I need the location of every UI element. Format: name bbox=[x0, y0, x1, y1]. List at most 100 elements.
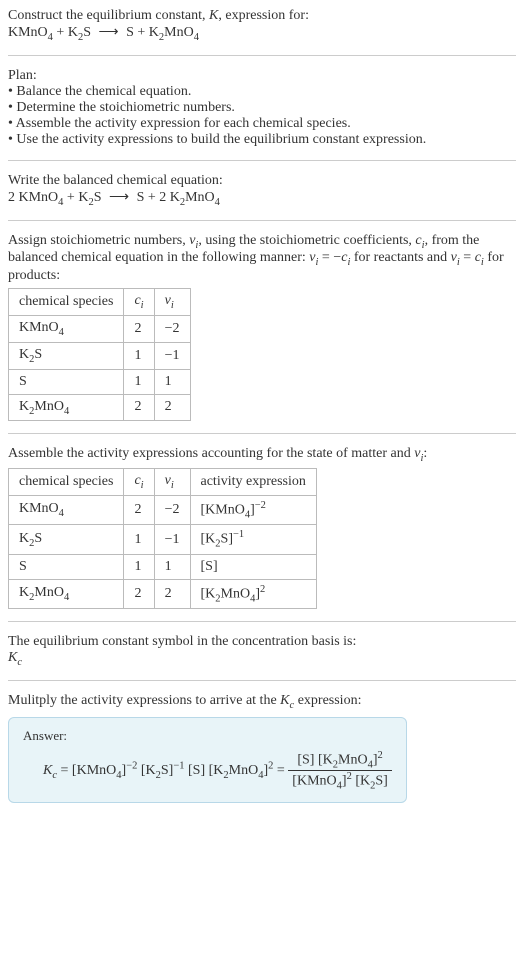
activity-table: chemical species ci νi activity expressi… bbox=[8, 468, 317, 609]
eq-sub: 4 bbox=[215, 197, 220, 208]
table-row: K2S 1 −1 [K2S]−1 bbox=[9, 525, 317, 554]
col-species: chemical species bbox=[9, 469, 124, 496]
term: [S] [K bbox=[297, 753, 332, 768]
species-sub: 4 bbox=[64, 592, 69, 603]
plan-bullet: • Assemble the activity expression for e… bbox=[8, 116, 516, 132]
answer-label: Answer: bbox=[23, 728, 392, 744]
species-text: K bbox=[19, 347, 29, 362]
multiply-section: Mulitply the activity expressions to arr… bbox=[8, 693, 516, 803]
cell-ci: 1 bbox=[124, 554, 154, 579]
species-text: K bbox=[19, 399, 29, 414]
species-text: MnO bbox=[34, 399, 64, 414]
act-sup: −2 bbox=[255, 500, 266, 511]
fraction: [S] [K2MnO4]2[KMnO4]2 [K2S] bbox=[288, 750, 392, 792]
col-ci: ci bbox=[124, 289, 154, 316]
cell-species: K2S bbox=[9, 342, 124, 369]
arrow-icon: ⟶ bbox=[99, 24, 119, 41]
cell-nui: −2 bbox=[154, 495, 190, 524]
term: S] bbox=[161, 763, 173, 778]
eq-part: MnO bbox=[164, 25, 194, 40]
term: [KMnO bbox=[292, 774, 336, 789]
species-sub: 4 bbox=[64, 405, 69, 416]
species-text: KMnO bbox=[19, 320, 59, 335]
col-activity: activity expression bbox=[190, 469, 316, 496]
term: [K bbox=[352, 774, 370, 789]
eq-part: + K bbox=[63, 190, 88, 205]
cell-nui: −1 bbox=[154, 525, 190, 554]
balanced-equation: 2 KMnO4 + K2S ⟶ S + 2 K2MnO4 bbox=[8, 190, 220, 205]
term: [KMnO bbox=[72, 763, 116, 778]
table-row: S 1 1 [S] bbox=[9, 554, 317, 579]
eq-sub: 4 bbox=[194, 32, 199, 43]
term-sup: 2 bbox=[377, 750, 382, 761]
assign-text: , using the stoichiometric coefficients, bbox=[198, 233, 415, 248]
cell-nui: −2 bbox=[154, 315, 190, 342]
divider bbox=[8, 55, 516, 56]
species-text: MnO bbox=[34, 585, 64, 600]
col-nui: νi bbox=[154, 289, 190, 316]
divider bbox=[8, 621, 516, 622]
arrow-icon: ⟶ bbox=[109, 189, 129, 206]
eq-part: KMnO bbox=[8, 25, 48, 40]
Kc-symbol: Kc bbox=[8, 650, 22, 665]
divider bbox=[8, 433, 516, 434]
cell-species: S bbox=[9, 369, 124, 394]
cell-nui: 1 bbox=[154, 554, 190, 579]
assign-text: = bbox=[460, 250, 475, 265]
intro-text: Construct the equilibrium constant, bbox=[8, 8, 209, 23]
assign-text: for reactants and bbox=[350, 250, 450, 265]
equals: = bbox=[57, 763, 72, 778]
table-row: KMnO4 2 −2 [KMnO4]−2 bbox=[9, 495, 317, 524]
species-sub: 4 bbox=[59, 508, 64, 519]
cell-activity: [K2MnO4]2 bbox=[190, 579, 316, 608]
table-row: K2MnO4 2 2 [K2MnO4]2 bbox=[9, 579, 317, 608]
intro-text-b: , expression for: bbox=[218, 8, 309, 23]
cell-nui: −1 bbox=[154, 342, 190, 369]
term: [S] [K bbox=[185, 763, 224, 778]
cell-ci: 1 bbox=[124, 369, 154, 394]
divider bbox=[8, 680, 516, 681]
cell-species: K2S bbox=[9, 525, 124, 554]
eq-part: S bbox=[94, 190, 102, 205]
multiply-text: expression: bbox=[294, 693, 361, 708]
species-text: K bbox=[19, 531, 29, 546]
eq-part: MnO bbox=[185, 190, 215, 205]
balanced-section: Write the balanced chemical equation: 2 … bbox=[8, 173, 516, 208]
species-text: S bbox=[34, 347, 42, 362]
cell-activity: [K2S]−1 bbox=[190, 525, 316, 554]
cell-ci: 2 bbox=[124, 394, 154, 421]
table-row: K2MnO4 2 2 bbox=[9, 394, 191, 421]
species-text: KMnO bbox=[19, 501, 59, 516]
cell-species: KMnO4 bbox=[9, 495, 124, 524]
plan-section: Plan: • Balance the chemical equation. •… bbox=[8, 68, 516, 148]
term-sup: −1 bbox=[173, 760, 184, 771]
sub-i: i bbox=[171, 480, 174, 491]
act-text: [K bbox=[201, 532, 216, 547]
assign-text: Assign stoichiometric numbers, bbox=[8, 233, 189, 248]
sub-i: i bbox=[141, 300, 144, 311]
eq-part: K bbox=[68, 25, 78, 40]
plan-bullet: • Balance the chemical equation. bbox=[8, 84, 516, 100]
col-species: chemical species bbox=[9, 289, 124, 316]
act-text: [KMnO bbox=[201, 503, 245, 518]
divider bbox=[8, 220, 516, 221]
act-text: S] bbox=[221, 532, 233, 547]
cell-nui: 2 bbox=[154, 579, 190, 608]
eq-part: S bbox=[83, 25, 91, 40]
eq-part: S + 2 K bbox=[137, 190, 180, 205]
plan-bullet: • Determine the stoichiometric numbers. bbox=[8, 100, 516, 116]
table-header-row: chemical species ci νi bbox=[9, 289, 191, 316]
intro-section: Construct the equilibrium constant, K , e… bbox=[8, 8, 516, 43]
col-ci: ci bbox=[124, 469, 154, 496]
cell-species: K2MnO4 bbox=[9, 579, 124, 608]
eq-plus: + bbox=[53, 25, 68, 40]
cell-nui: 1 bbox=[154, 369, 190, 394]
term: MnO bbox=[229, 763, 259, 778]
answer-box: Answer: Kc = [KMnO4]−2 [K2S]−1 [S] [K2Mn… bbox=[8, 717, 407, 803]
cell-nui: 2 bbox=[154, 394, 190, 421]
cell-species: S bbox=[9, 554, 124, 579]
term: [K bbox=[137, 763, 155, 778]
stoich-table: chemical species ci νi KMnO4 2 −2 K2S 1 … bbox=[8, 288, 191, 421]
term: MnO bbox=[338, 753, 368, 768]
intro-equation: KMnO4 + K2S ⟶ S + K2MnO4 bbox=[8, 25, 199, 40]
